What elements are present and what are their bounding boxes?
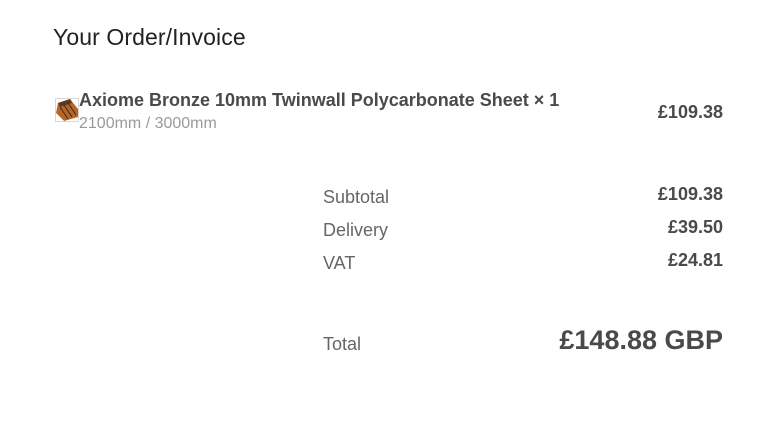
product-name: Axiome Bronze 10mm Twinwall Polycarbonat… xyxy=(79,90,560,110)
total-value: £148.88 GBP xyxy=(559,325,723,355)
total-label: Total xyxy=(323,334,362,354)
page-title: Your Order/Invoice xyxy=(53,24,246,50)
product-price: £109.38 xyxy=(657,102,723,122)
delivery-value: £39.50 xyxy=(667,217,723,237)
order-summary: Subtotal £109.38 Delivery £39.50 VAT £24… xyxy=(323,183,723,282)
total-row: Total £148.88 GBP xyxy=(323,322,723,362)
vat-label: VAT xyxy=(323,253,356,273)
vat-value: £24.81 xyxy=(667,250,723,270)
vat-row: VAT £24.81 xyxy=(323,249,723,282)
delivery-label: Delivery xyxy=(323,220,389,240)
product-variant: 2100mm / 3000mm xyxy=(79,115,217,132)
subtotal-row: Subtotal £109.38 xyxy=(323,183,723,216)
order-invoice-page: Your Order/Invoice Axiome Bronze 10mm Tw… xyxy=(0,0,768,426)
delivery-row: Delivery £39.50 xyxy=(323,216,723,249)
line-item: Axiome Bronze 10mm Twinwall Polycarbonat… xyxy=(55,88,723,138)
subtotal-value: £109.38 xyxy=(657,184,723,204)
product-thumbnail-icon xyxy=(55,98,79,122)
subtotal-label: Subtotal xyxy=(323,187,390,207)
